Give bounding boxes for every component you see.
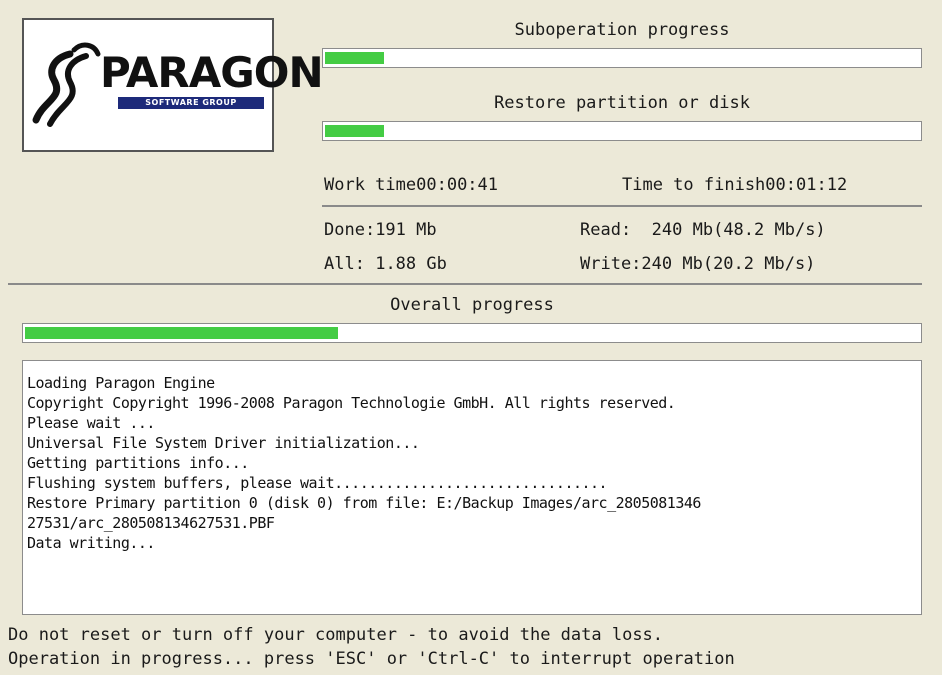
read-label: Read: xyxy=(580,220,632,240)
operation-title: Restore partition or disk xyxy=(494,93,750,113)
all-label: All: xyxy=(324,254,365,274)
work-time-row: Work time00:00:41 xyxy=(324,175,498,195)
overall-progress-bar xyxy=(22,323,922,343)
suboperation-progress-bar xyxy=(322,48,922,68)
done-label: Done: xyxy=(324,220,376,240)
log-line: Please wait ... xyxy=(27,414,155,432)
timing-divider xyxy=(322,205,922,207)
log-line: Loading Paragon Engine xyxy=(27,374,215,392)
overall-progress-fill xyxy=(25,327,338,339)
footer-warning: Do not reset or turn off your computer -… xyxy=(8,625,664,645)
restore-progress-screen: PARAGON SOFTWARE GROUP Suboperation prog… xyxy=(0,0,942,675)
log-line: Copyright Copyright 1996-2008 Paragon Te… xyxy=(27,394,676,412)
stats-divider xyxy=(8,283,922,285)
operation-progress-fill xyxy=(325,125,384,137)
work-time-label: Work time xyxy=(324,175,417,195)
log-line: Getting partitions info... xyxy=(27,454,249,472)
logo-wordmark: PARAGON xyxy=(100,48,324,97)
log-line: Restore Primary partition 0 (disk 0) fro… xyxy=(27,494,701,512)
suboperation-title: Suboperation progress xyxy=(514,20,730,40)
logo-tagline: SOFTWARE GROUP xyxy=(118,97,264,109)
done-value: 191 Mb xyxy=(375,220,437,240)
done-row: Done:191 Mb xyxy=(324,220,437,240)
operation-progress-bar xyxy=(322,121,922,141)
time-to-finish-row: Time to finish00:01:12 xyxy=(622,175,847,195)
write-value: 240 Mb(20.2 Mb/s) xyxy=(641,254,816,274)
log-line: 27531/arc_280508134627531.PBF xyxy=(27,514,275,532)
time-to-finish-value: 00:01:12 xyxy=(765,175,848,195)
overall-title: Overall progress xyxy=(390,295,554,315)
log-line: Data writing... xyxy=(27,534,155,552)
write-row: Write:240 Mb(20.2 Mb/s) xyxy=(580,254,815,274)
read-value: 240 Mb(48.2 Mb/s) xyxy=(651,220,826,240)
suboperation-progress-fill xyxy=(325,52,384,64)
log-panel[interactable]: Loading Paragon Engine Copyright Copyrigh… xyxy=(22,360,922,615)
work-time-value: 00:00:41 xyxy=(416,175,499,195)
all-value: 1.88 Gb xyxy=(375,254,447,274)
all-row: All: 1.88 Gb xyxy=(324,254,447,274)
footer-instructions: Operation in progress... press 'ESC' or … xyxy=(8,649,735,669)
log-line: Universal File System Driver initializat… xyxy=(27,434,420,452)
read-row: Read: 240 Mb(48.2 Mb/s) xyxy=(580,220,826,240)
write-label: Write: xyxy=(580,254,642,274)
time-to-finish-label: Time to finish xyxy=(622,175,766,195)
log-line: Flushing system buffers, please wait....… xyxy=(27,474,608,492)
paragon-logo: PARAGON SOFTWARE GROUP xyxy=(22,18,324,152)
